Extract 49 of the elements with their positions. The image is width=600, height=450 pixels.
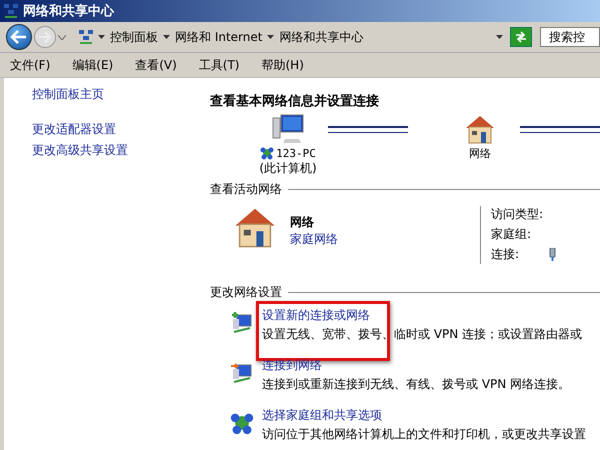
sidebar-link[interactable]: 控制面板主页	[32, 86, 189, 103]
breadcrumb[interactable]: 网络和 Internet	[175, 28, 262, 46]
property-label: 家庭组:	[491, 226, 532, 243]
sidebar-link[interactable]: 更改高级共享设置	[32, 142, 189, 159]
connect-icon	[230, 361, 254, 385]
network-icon	[3, 3, 19, 19]
sidebar-link[interactable]: 更改适配器设置	[32, 121, 189, 138]
section-title: 更改网络设置	[210, 284, 282, 301]
node-sublabel: (此计算机)	[259, 160, 317, 177]
homegroup-icon	[230, 411, 254, 435]
back-arrow-icon	[10, 30, 28, 44]
page-heading: 查看基本网络信息并设置连接	[210, 92, 380, 110]
address-field[interactable]: 控制面板 网络和 Internet 网络和共享中心	[74, 27, 508, 47]
network-type-link[interactable]: 家庭网络	[290, 231, 480, 248]
menu-item[interactable]: 文件(F)	[10, 56, 50, 74]
caret-icon[interactable]	[98, 35, 105, 39]
breadcrumb[interactable]: 网络和共享中心	[279, 28, 364, 46]
back-button[interactable]	[6, 24, 32, 50]
network-icon	[79, 29, 93, 45]
refresh-button[interactable]	[510, 27, 532, 47]
node-label: 123-PC	[276, 146, 316, 160]
window-title: 网络和共享中心	[23, 2, 114, 20]
section-title: 查看活动网络	[210, 181, 282, 198]
search-field[interactable]: 搜索控	[540, 27, 600, 47]
caret-icon[interactable]	[58, 34, 66, 40]
menu-item[interactable]: 编辑(E)	[72, 56, 114, 74]
task-description: 访问位于其他网络计算机上的文件和打印机，或更改共享设置	[262, 426, 586, 443]
task-link[interactable]: 选择家庭组和共享选项	[262, 407, 586, 424]
network-name: 网络	[290, 214, 315, 231]
new-connection-icon	[230, 311, 254, 335]
property-label: 访问类型:	[491, 206, 544, 223]
task-description: 设置无线、宽带、拨号、临时或 VPN 连接；或设置路由器或	[262, 326, 582, 343]
task-link[interactable]: 连接到网络	[262, 357, 570, 374]
task-description: 连接到或重新连接到无线、有线、拨号或 VPN 网络连接。	[262, 376, 570, 393]
house-icon	[464, 114, 496, 144]
menu-item[interactable]: 帮助(H)	[262, 56, 304, 74]
property-label: 连接:	[491, 246, 520, 263]
forward-arrow-icon	[38, 31, 52, 43]
refresh-icon	[514, 31, 528, 43]
caret-icon[interactable]	[267, 35, 274, 39]
plug-icon	[549, 248, 556, 261]
breadcrumb[interactable]: 控制面板	[110, 28, 158, 46]
node-label: 网络	[469, 146, 491, 161]
task-link[interactable]: 设置新的连接或网络	[262, 307, 582, 324]
menu-item[interactable]: 查看(V)	[135, 56, 177, 74]
menu-item[interactable]: 工具(T)	[198, 56, 240, 74]
caret-icon[interactable]	[163, 35, 170, 39]
computer-icon	[272, 114, 304, 144]
caret-icon[interactable]	[496, 35, 503, 39]
